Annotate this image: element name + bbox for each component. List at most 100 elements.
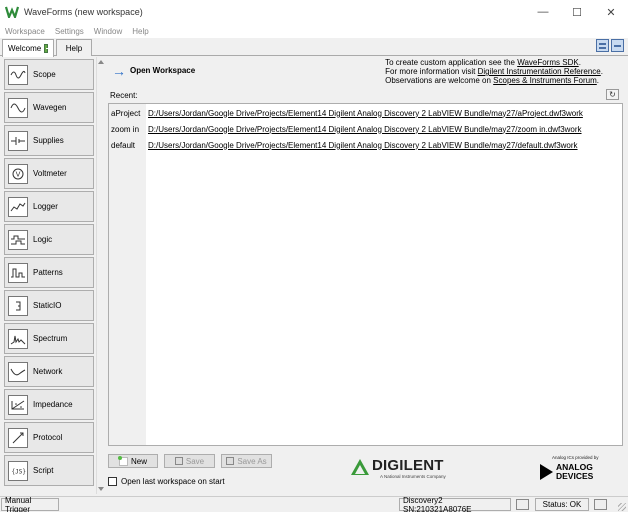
save-icon [174,457,183,465]
waveforms-logo-icon [4,4,20,20]
wavegen-icon [8,97,28,118]
svg-text:V: V [16,170,21,178]
minimize-icon[interactable]: — [526,0,560,24]
recent-names-column [109,104,146,445]
menu-bar: Workspace Settings Window Help [0,24,628,38]
resize-grip-icon[interactable] [618,503,626,511]
tool-label: Protocol [33,433,63,442]
save-as-button[interactable]: Save As [221,454,272,468]
sdk-link[interactable]: WaveForms SDK [517,58,579,67]
info-text-1: To create custom application see the [385,58,518,67]
layout-vertical-icon[interactable] [611,39,624,52]
network-icon [8,361,28,382]
recent-path-link[interactable]: D:/Users/Jordan/Google Drive/Projects/El… [146,141,578,150]
tool-label: Patterns [33,268,63,277]
spectrum-icon [8,328,28,349]
list-item[interactable]: zoom in D:/Users/Jordan/Google Drive/Pro… [109,123,582,135]
info-punct: . [596,76,599,85]
save-button[interactable]: Save [164,454,215,468]
tool-label: Logger [33,202,58,211]
tool-label: Wavegen [33,103,67,112]
logic-icon [8,229,28,250]
save-button-label: Save [185,456,205,466]
tab-help[interactable]: Help [56,39,92,56]
open-last-option[interactable]: Open last workspace on start [108,477,225,486]
menu-settings[interactable]: Settings [50,27,89,36]
tool-staticio-button[interactable]: StaticIO [4,290,94,321]
recent-name: default [111,140,136,150]
tab-bar: Welcome Help [0,38,628,57]
new-button[interactable]: New [108,454,158,468]
tab-help-label: Help [65,43,83,53]
tool-patterns-button[interactable]: Patterns [4,257,94,288]
tool-label: Logic [33,235,53,244]
window-title: WaveForms (new workspace) [24,7,143,17]
tool-label: StaticIO [33,301,62,310]
tool-scope-button[interactable]: Scope [4,59,94,90]
device-selector[interactable]: Discovery2 SN:210321A8076E [399,496,511,512]
tab-welcome[interactable]: Welcome [2,39,54,57]
tool-network-button[interactable]: Network [4,356,94,387]
list-item[interactable]: aProject D:/Users/Jordan/Google Drive/Pr… [109,107,583,119]
digilent-logo: DIGILENT A National Instruments Company [350,457,458,483]
save-as-button-label: Save As [237,456,267,466]
menu-help[interactable]: Help [127,27,153,36]
tool-label: Spectrum [33,334,68,343]
supplies-icon [8,130,28,151]
impedance-icon [8,394,28,415]
tool-script-button[interactable]: {JS} Script [4,455,94,486]
tool-label: Scope [33,70,56,79]
tool-supplies-button[interactable]: Supplies [4,125,94,156]
recent-path-link[interactable]: D:/Users/Jordan/Google Drive/Projects/El… [146,109,583,118]
tool-label: Network [33,367,63,376]
tool-label: Script [33,466,54,475]
menu-window[interactable]: Window [89,27,127,36]
tool-voltmeter-button[interactable]: V Voltmeter [4,158,94,189]
recent-name: aProject [111,108,141,118]
scroll-up-icon[interactable] [98,60,104,64]
tool-spectrum-button[interactable]: Spectrum [4,323,94,354]
open-workspace-link[interactable]: Open Workspace [130,66,195,75]
open-last-checkbox[interactable] [108,477,117,486]
layout-horizontal-icon[interactable] [596,39,609,52]
reference-link[interactable]: Digilent Instrumentation Reference [478,67,601,76]
plus-icon[interactable] [44,44,51,53]
recent-name: zoom in [111,124,140,134]
svg-text:{JS}: {JS} [12,468,26,475]
patterns-icon [8,262,28,283]
info-punct: . [578,58,581,67]
refresh-icon[interactable]: ↻ [606,89,619,100]
maximize-icon[interactable]: ☐ [560,0,594,24]
trigger-button[interactable]: Manual Trigger [1,496,59,512]
protocol-icon [8,427,28,448]
scroll-down-icon[interactable] [98,487,104,491]
tool-logic-button[interactable]: Logic [4,224,94,255]
tool-wavegen-button[interactable]: Wavegen [4,92,94,123]
tool-label: Impedance [33,400,73,409]
menu-workspace[interactable]: Workspace [0,27,50,36]
recent-path-link[interactable]: D:/Users/Jordan/Google Drive/Projects/El… [146,125,582,134]
open-last-label: Open last workspace on start [121,477,225,486]
tool-impedance-button[interactable]: Impedance [4,389,94,420]
status-bar: Manual Trigger Discovery2 SN:210321A8076… [0,496,628,512]
scope-icon [8,64,28,85]
device-window-icon[interactable] [516,499,529,510]
instrument-sidebar: Scope Wavegen Supplies V Voltmeter Logge… [2,57,104,494]
forum-link[interactable]: Scopes & Instruments Forum [493,76,597,85]
status-label: Status: OK [542,500,582,509]
sidebar-scrollbar[interactable] [96,57,104,494]
new-document-icon [117,455,128,466]
tab-welcome-label: Welcome [8,44,42,53]
tool-logger-button[interactable]: Logger [4,191,94,222]
close-icon[interactable]: ✕ [594,0,628,24]
list-item[interactable]: default D:/Users/Jordan/Google Drive/Pro… [109,139,578,151]
status-window-icon[interactable] [594,499,607,510]
info-text: To create custom application see the Wav… [385,58,603,85]
arrow-right-icon[interactable]: → [112,64,126,78]
script-icon: {JS} [8,460,28,481]
tool-label: Supplies [33,136,64,145]
tool-label: Voltmeter [33,169,67,178]
tool-protocol-button[interactable]: Protocol [4,422,94,453]
voltmeter-icon: V [8,163,28,184]
adi-wordmark: ANALOG DEVICES [556,463,593,481]
